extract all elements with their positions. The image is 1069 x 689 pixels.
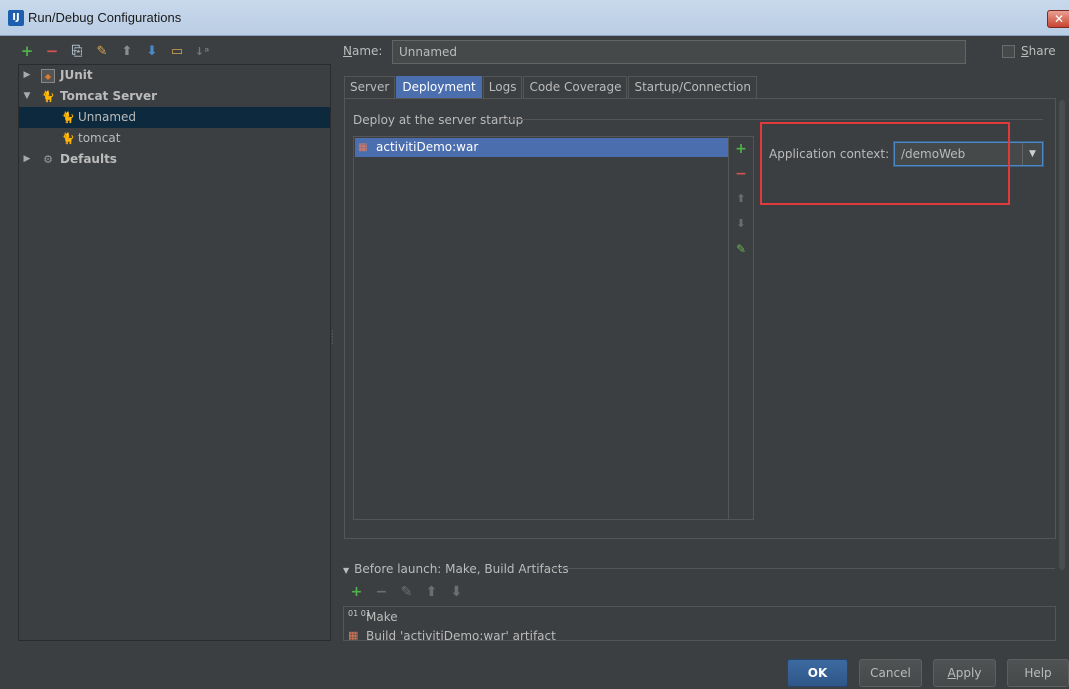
list-item[interactable]: ▦ Build 'activitiDemo:war' artifact — [348, 627, 556, 641]
window-close-button[interactable]: ✕ — [1047, 10, 1069, 28]
deploy-group-title: Deploy at the server startup — [353, 113, 524, 127]
help-button[interactable]: Help — [1007, 659, 1069, 687]
tree-item-tomcat[interactable]: 🐈 tomcat — [19, 128, 330, 149]
artifact-list-toolbar: + − ⬆ ⬇ ✎ — [728, 136, 754, 520]
tree-item-label: Defaults — [60, 152, 117, 166]
move-up-icon[interactable]: ⬆ — [732, 190, 750, 208]
chevron-down-icon[interactable]: ▼ — [1022, 143, 1042, 165]
configurations-tree[interactable]: ▶ ◆ JUnit ▼ 🐈 Tomcat Server 🐈 Unnamed 🐈 … — [18, 64, 331, 641]
make-icon: 01 01 — [348, 609, 371, 618]
tab-code-coverage[interactable]: Code Coverage — [523, 76, 628, 98]
junit-icon: ◆ — [41, 69, 55, 83]
config-tabs: Server Deployment Logs Code Coverage Sta… — [344, 76, 758, 98]
expand-arrow-icon[interactable]: ▶ — [22, 65, 32, 86]
configurations-toolbar: + − ⎘ ✎ ⬆ ⬇ ▭ ↓ᵃ — [18, 40, 211, 62]
share-label[interactable]: Share — [1021, 44, 1056, 58]
before-launch-divider — [550, 568, 1055, 569]
war-artifact-icon: ▦ — [358, 142, 368, 153]
task-label: Build 'activitiDemo:war' artifact — [366, 629, 556, 641]
tree-item-tomcat-server[interactable]: ▼ 🐈 Tomcat Server — [19, 86, 330, 107]
artifact-list[interactable]: ▦ activitiDemo:war — [353, 136, 729, 520]
tomcat-icon: 🐈 — [61, 132, 75, 145]
tree-item-label: JUnit — [60, 68, 93, 82]
configurations-panel: + − ⎘ ✎ ⬆ ⬇ ▭ ↓ᵃ ▶ ◆ JUnit ▼ 🐈 Tomcat Se… — [0, 36, 332, 641]
splitter-handle[interactable]: · · · · · — [331, 328, 335, 348]
move-up-icon[interactable]: ⬆ — [423, 584, 440, 601]
add-icon[interactable]: + — [18, 42, 36, 60]
tab-deployment[interactable]: Deployment — [396, 76, 482, 98]
remove-task-icon[interactable]: − — [373, 584, 390, 601]
tree-item-defaults[interactable]: ▶ ⚙ Defaults — [19, 149, 330, 170]
tree-item-junit[interactable]: ▶ ◆ JUnit — [19, 65, 330, 86]
collapse-triangle-icon[interactable]: ▼ — [343, 566, 349, 575]
copy-icon[interactable]: ⎘ — [68, 42, 86, 60]
tree-item-unnamed[interactable]: 🐈 Unnamed — [19, 107, 330, 128]
cancel-button[interactable]: Cancel — [859, 659, 922, 687]
move-up-icon[interactable]: ⬆ — [118, 42, 136, 60]
before-launch-list[interactable]: 01 01 Make ▦ Build 'activitiDemo:war' ar… — [343, 606, 1056, 641]
share-checkbox[interactable] — [1002, 45, 1015, 58]
collapse-arrow-icon[interactable]: ▼ — [22, 86, 32, 107]
intellij-app-icon: IJ — [8, 10, 24, 26]
tab-server[interactable]: Server — [344, 76, 396, 98]
remove-artifact-icon[interactable]: − — [732, 165, 750, 183]
add-artifact-icon[interactable]: + — [732, 140, 750, 158]
red-annotation-box — [760, 122, 1010, 205]
artifact-label: activitiDemo:war — [376, 140, 479, 154]
folder-icon[interactable]: ▭ — [168, 42, 186, 60]
apply-button[interactable]: Apply — [933, 659, 996, 687]
edit-icon[interactable]: ✎ — [732, 240, 750, 258]
tree-item-label: Unnamed — [78, 110, 137, 124]
tomcat-icon: 🐈 — [41, 90, 55, 103]
expand-arrow-icon[interactable]: ▶ — [22, 149, 32, 170]
window-title: Run/Debug Configurations — [28, 10, 182, 25]
tomcat-icon: 🐈 — [61, 111, 75, 124]
tab-logs[interactable]: Logs — [482, 76, 523, 98]
name-input[interactable] — [392, 40, 966, 64]
scrollbar[interactable] — [1059, 100, 1065, 570]
edit-task-icon[interactable]: ✎ — [398, 584, 415, 601]
add-task-icon[interactable]: + — [348, 584, 365, 601]
move-down-icon[interactable]: ⬇ — [143, 42, 161, 60]
tree-item-label: tomcat — [78, 131, 121, 145]
move-down-icon[interactable]: ⬇ — [732, 215, 750, 233]
dialog-footer: OK Cancel Apply Help — [0, 641, 1069, 689]
ok-button[interactable]: OK — [787, 659, 848, 687]
sort-icon[interactable]: ↓ᵃ — [193, 42, 211, 60]
list-item[interactable]: 01 01 Make — [348, 608, 398, 626]
group-divider — [503, 119, 1043, 120]
move-down-icon[interactable]: ⬇ — [448, 584, 465, 601]
title-bar: IJ Run/Debug Configurations ✕ — [0, 0, 1069, 36]
artifact-icon: ▦ — [348, 629, 359, 641]
remove-icon[interactable]: − — [43, 42, 61, 60]
wrench-icon[interactable]: ✎ — [93, 42, 111, 60]
tab-startup-connection[interactable]: Startup/Connection — [628, 76, 757, 98]
gear-icon: ⚙ — [43, 153, 53, 166]
tree-item-label: Tomcat Server — [60, 89, 158, 103]
before-launch-toolbar: + − ✎ ⬆ ⬇ — [348, 584, 465, 601]
name-label: Name: — [343, 44, 383, 58]
list-item[interactable]: ▦ activitiDemo:war — [355, 138, 728, 157]
before-launch-header[interactable]: ▼ Before launch: Make, Build Artifacts — [343, 562, 569, 576]
